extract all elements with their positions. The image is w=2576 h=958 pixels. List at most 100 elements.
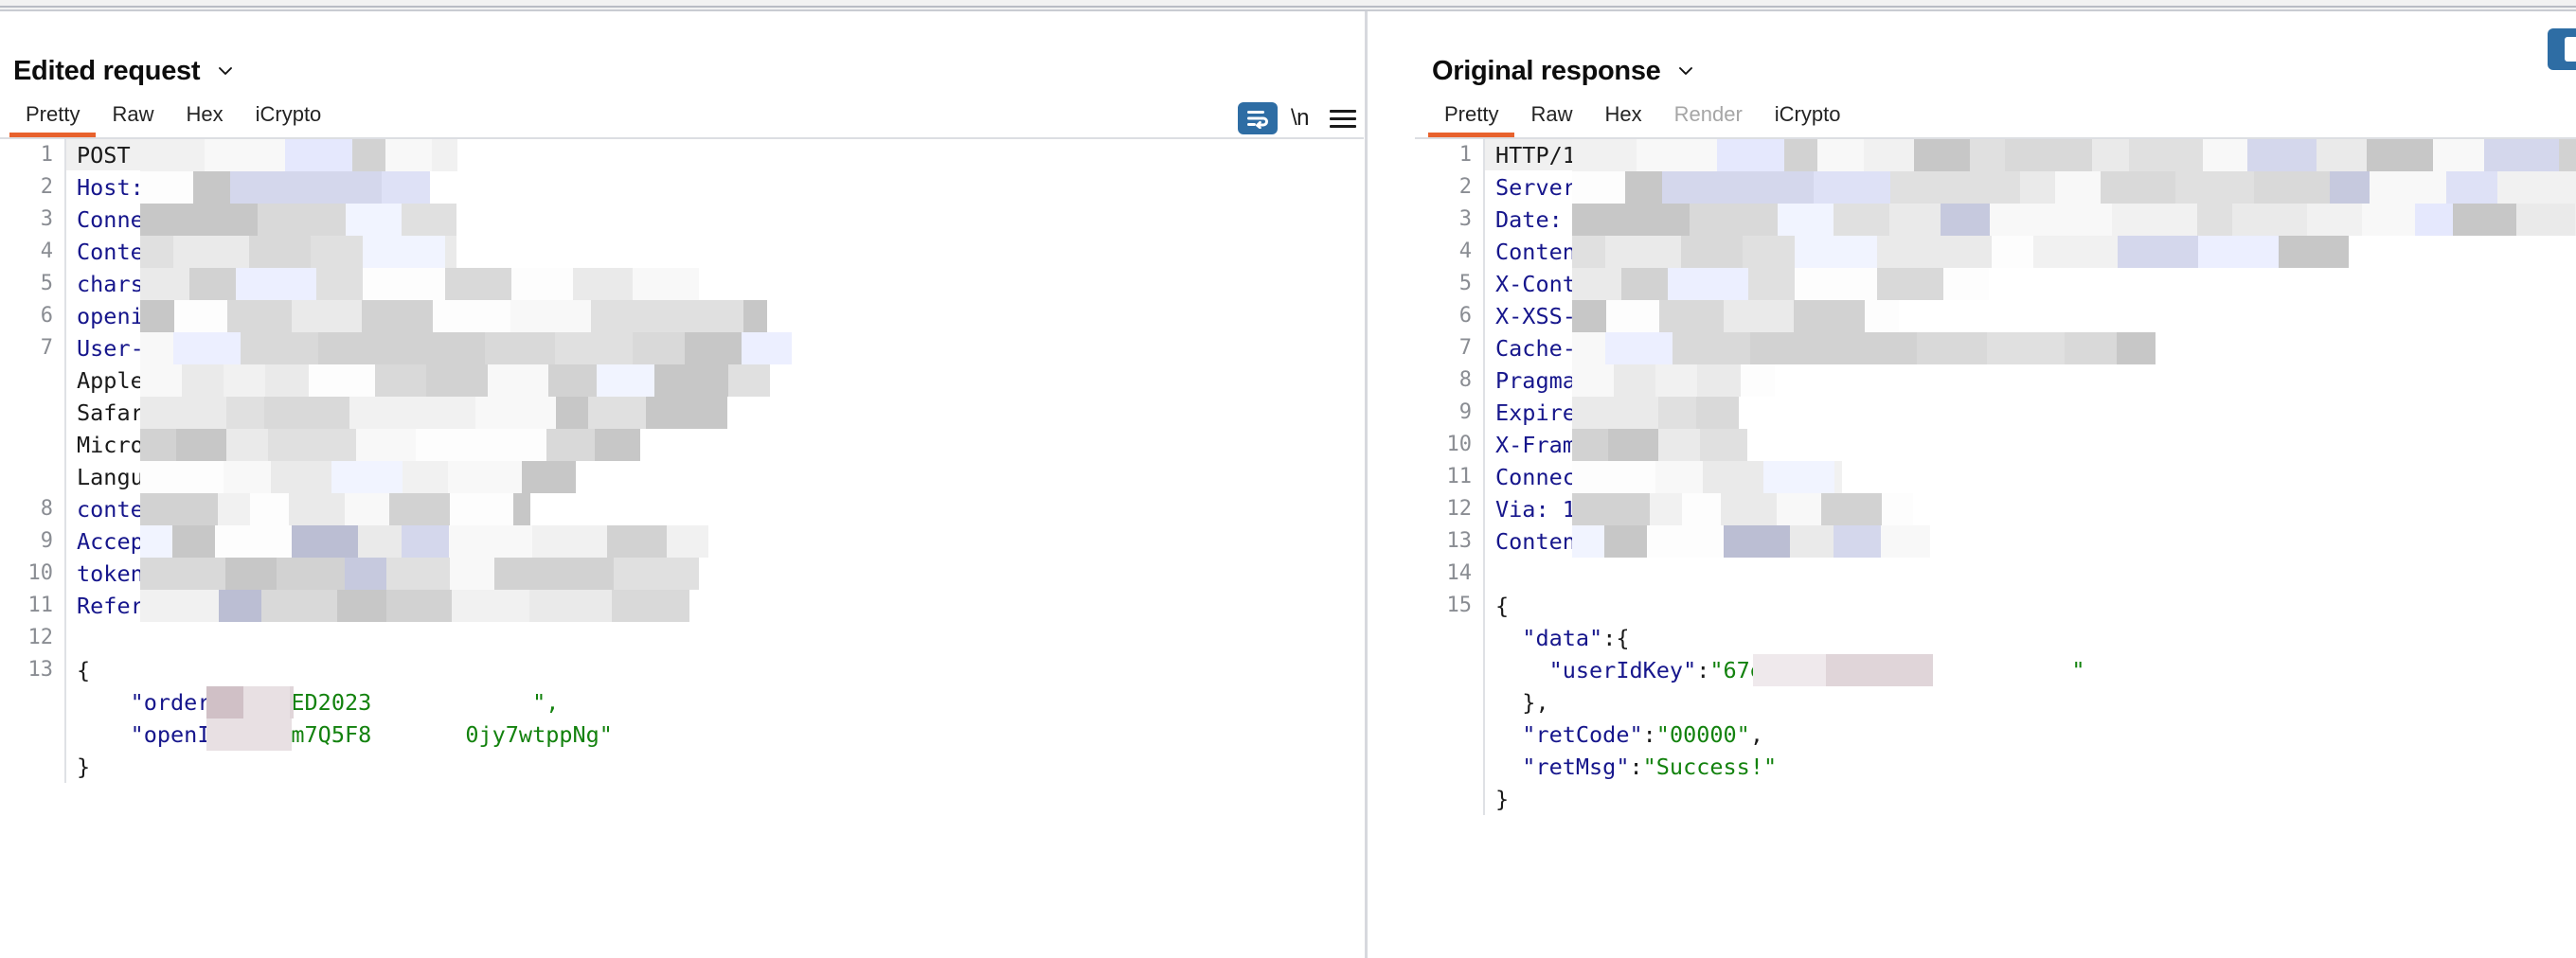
redaction-block (176, 429, 226, 461)
code-token: "Success!" (1642, 754, 1778, 780)
redaction-block (189, 268, 236, 300)
line-number: 4 (1458, 240, 1472, 263)
redaction-block (2446, 171, 2497, 204)
redaction-overlay (1572, 300, 1899, 332)
redaction-block (386, 590, 452, 622)
request-tab-icrypto[interactable]: iCrypto (240, 102, 338, 137)
request-tab-raw[interactable]: Raw (96, 102, 170, 137)
redaction-block (1795, 236, 1877, 268)
line-number: 6 (40, 304, 53, 328)
redaction-block (2433, 139, 2484, 171)
redaction-block (1834, 461, 1842, 493)
code-line-text: "retMsg":"Success!" (1485, 751, 2576, 783)
redaction-block (285, 139, 352, 171)
redaction-block (556, 397, 588, 429)
code-token: chars (77, 271, 144, 297)
original-response-panel: Original response Pretty Raw Hex Render iCry… (1415, 11, 2576, 958)
response-tab-hex[interactable]: Hex (1588, 102, 1657, 137)
redaction-block (548, 364, 597, 397)
redaction-block (452, 590, 529, 622)
request-code-row: 4 Conte (0, 236, 1364, 268)
code-token: X-XSS-P (1495, 303, 1590, 329)
code-token: token (77, 560, 144, 587)
request-code-viewer[interactable]: 1 POST 2 Host: 3 Conne 4 Conte 5 chars 6 openi 7 Us… (0, 139, 1364, 958)
redaction-block (402, 461, 448, 493)
response-code-row: "retMsg":"Success!" (1415, 751, 2576, 783)
redaction-block (264, 397, 349, 429)
response-code-row: 4 Content (1415, 236, 2576, 268)
request-code-row: 5 chars (0, 268, 1364, 300)
redaction-block (1992, 236, 2033, 268)
redaction-block (2198, 236, 2279, 268)
redaction-overlay (1572, 525, 1930, 558)
redaction-block (316, 268, 363, 300)
response-tab-icrypto[interactable]: iCrypto (1759, 102, 1857, 137)
word-wrap-icon[interactable] (1237, 102, 1278, 134)
redaction-overlay (1572, 268, 1989, 300)
redaction-overlay (140, 461, 576, 493)
redaction-block (591, 300, 668, 332)
chevron-down-icon[interactable] (216, 62, 235, 80)
line-number: 3 (1458, 207, 1472, 231)
redaction-block (215, 525, 292, 558)
tab-label: iCrypto (1774, 102, 1841, 126)
redaction-block (226, 429, 268, 461)
redaction-block (1763, 461, 1834, 493)
response-code-row: 14 (1415, 558, 2576, 590)
request-tab-pretty[interactable]: Pretty (9, 102, 97, 138)
code-line-text: Via: 1. (1485, 493, 2576, 525)
redaction-block (2570, 171, 2576, 204)
response-code-row: 10 X-Frame (1415, 429, 2576, 461)
redaction-block (2453, 204, 2516, 236)
code-token: Cache-C (1495, 335, 1590, 362)
code-token: Langu (77, 464, 144, 490)
line-number: 8 (1458, 368, 1472, 392)
redaction-block (1724, 300, 1794, 332)
chevron-down-icon[interactable] (1676, 62, 1695, 80)
hamburger-menu-icon[interactable] (1322, 100, 1364, 136)
redaction-overlay (1572, 236, 2349, 268)
response-code-row: 6 X-XSS-P (1415, 300, 2576, 332)
code-line-text: chars (66, 268, 1364, 300)
request-tab-hex[interactable]: Hex (170, 102, 239, 137)
code-token: : (1642, 721, 1656, 748)
code-line-text: Accep (66, 525, 1364, 558)
code-token: : (250, 689, 265, 716)
line-number: 7 (1458, 336, 1472, 360)
redaction-block (588, 397, 646, 429)
redaction-block (218, 493, 250, 525)
request-code-row: "orderNo":"FED2023 ", (0, 686, 1364, 718)
redaction-block (1697, 364, 1741, 397)
redaction-block (612, 590, 689, 622)
redaction-block (405, 332, 485, 364)
redaction-block (363, 268, 445, 300)
response-code-row: "data":{ (1415, 622, 2576, 654)
redaction-block (140, 332, 173, 364)
code-line-text: Date: M (1485, 204, 2576, 236)
redaction-block (2055, 171, 2101, 204)
redaction-block (633, 332, 685, 364)
redaction-block (1817, 139, 1864, 171)
response-code-row: 8 Pragma: (1415, 364, 2576, 397)
redaction-block (174, 300, 227, 332)
redaction-block (349, 397, 429, 429)
response-code-row: 12 Via: 1. (1415, 493, 2576, 525)
code-token: : (1696, 657, 1710, 683)
redaction-block (1790, 525, 1834, 558)
response-code-viewer[interactable]: 1 HTTP/1. 2 Server: 3 Date: M 4 Content 5 X-Conte… (1415, 139, 2576, 958)
response-tab-pretty[interactable]: Pretty (1428, 102, 1515, 138)
redaction-overlay (140, 268, 699, 300)
redaction-block (614, 558, 664, 590)
redaction-block (475, 397, 556, 429)
code-line-text: } (66, 751, 1364, 783)
code-token: } (1495, 786, 1510, 812)
response-tab-raw[interactable]: Raw (1514, 102, 1588, 137)
redaction-block (2101, 171, 2175, 204)
show-newlines-button[interactable]: \n (1278, 105, 1322, 132)
redaction-block (1721, 493, 1777, 525)
right-edge-action-button[interactable] (2548, 28, 2576, 70)
code-token: Conte (77, 239, 144, 265)
redaction-block (546, 429, 595, 461)
redaction-block (426, 364, 488, 397)
